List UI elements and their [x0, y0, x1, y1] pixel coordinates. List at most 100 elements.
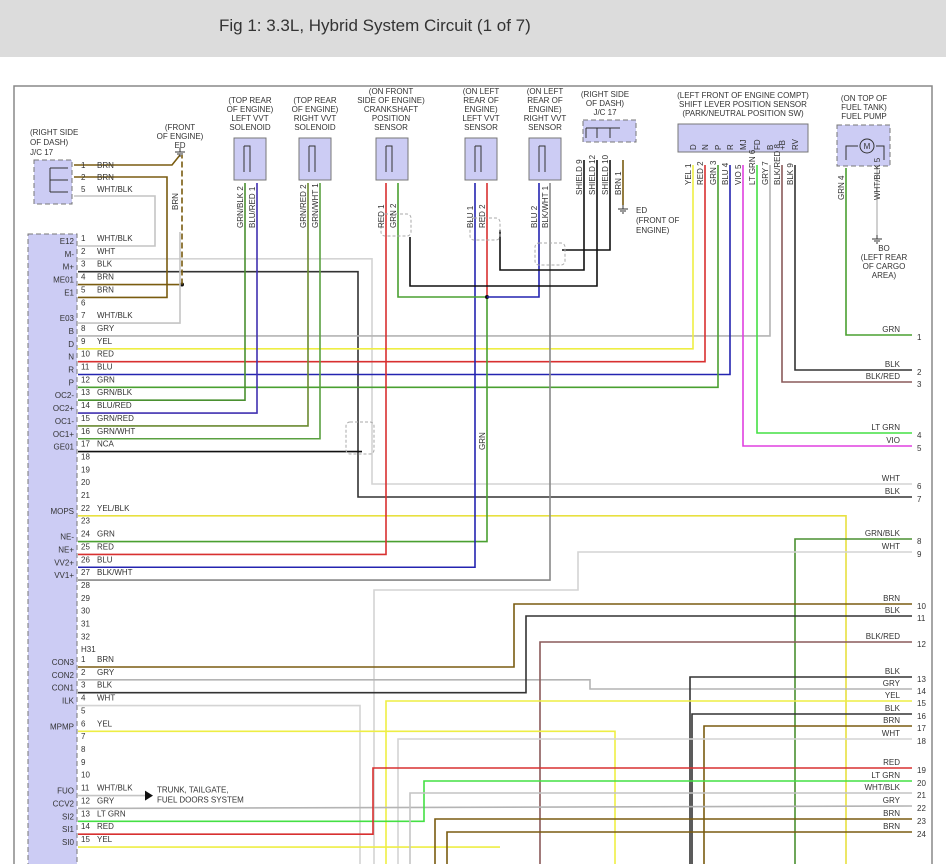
component-label: SOLENOID: [229, 123, 271, 132]
ecm-pin-function: FUO: [57, 787, 74, 796]
component-label: OF CARGO: [863, 262, 906, 271]
component-label: REAR OF: [463, 96, 499, 105]
ecm-pin-number: 13: [81, 388, 90, 397]
ecm-wire-label: BLU: [97, 555, 113, 564]
ecm-pin-number: 3: [81, 260, 86, 269]
ecm-pin-number: 23: [81, 517, 90, 526]
ecm-pin-number: 8: [81, 324, 86, 333]
pin-wire-label: GRY 7: [761, 161, 770, 185]
component-label: (ON FRONT: [369, 87, 414, 96]
ecm-pin-number: 2: [81, 247, 86, 256]
ecm-pin-number: 9: [81, 758, 86, 767]
output-wire-label: BLK/RED: [866, 632, 900, 641]
ecm-pin-number: 32: [81, 632, 90, 641]
ecm-wire-label: WHT/BLK: [97, 784, 133, 793]
ecm-pin-number: 6: [81, 719, 86, 728]
component-label: J/C 17: [30, 148, 54, 157]
pin-wire-label: RED 2: [696, 161, 705, 185]
component-label: SENSOR: [464, 123, 498, 132]
ecm-pin-number: 10: [81, 350, 90, 359]
ecm-pin-function: B: [69, 327, 74, 336]
ecm-pin-number: 22: [81, 504, 90, 513]
ecm-pin-function: CON1: [52, 684, 75, 693]
ecm-wire-label: GRN/BLK: [97, 388, 133, 397]
ecm-pin-number: 24: [81, 530, 90, 539]
wire-gry: [78, 679, 912, 690]
pin-wire-label: GRN/BLK 2: [236, 186, 245, 228]
wire-blk: [78, 615, 912, 694]
ecm-pin-number: 15: [81, 414, 90, 423]
output-pin-number: 8: [917, 537, 922, 546]
output-wire-label: BLK: [885, 606, 901, 615]
output-pin-number: 18: [917, 737, 926, 746]
ecm-pin-number: 17: [81, 440, 90, 449]
component-label: ENGINE): [464, 105, 498, 114]
output-wire-label: WHT: [882, 474, 900, 483]
component-label: AREA): [872, 271, 897, 280]
ecm-pin-function: M+: [63, 263, 75, 272]
output-pin-number: 3: [917, 380, 922, 389]
motor-label: M: [864, 142, 871, 151]
shield-icon: [345, 421, 375, 455]
components-layer: [27, 119, 891, 864]
wire-brn: [703, 725, 912, 864]
component-label: OF ENGINE): [292, 105, 339, 114]
output-wire-label: BLK: [885, 487, 901, 496]
ecm-wire-label: RED: [97, 822, 114, 831]
ecm-pin-function: GE01: [54, 443, 75, 452]
component-label: (FRONT: [165, 123, 195, 132]
output-wire-label: BRN: [883, 594, 900, 603]
trunk-note-line: TRUNK, TAILGATE,: [157, 786, 229, 795]
output-pin-number: 23: [917, 817, 926, 826]
ecm-wire-label: YEL/BLK: [97, 504, 130, 513]
wire-gry: [77, 805, 913, 810]
component-label: OF DASH): [586, 99, 625, 108]
output-pin-number: 7: [917, 495, 922, 504]
component-label: (ON LEFT: [463, 87, 500, 96]
ecm-pin-function: E12: [60, 237, 75, 246]
ecm-pin-number: 27: [81, 568, 90, 577]
output-pin-number: 21: [917, 791, 926, 800]
wire-brn: [78, 603, 912, 668]
output-pin-number: 13: [917, 675, 926, 684]
pin-wire-label: YEL 1: [684, 163, 693, 185]
ecm-pin-number: 11: [81, 784, 90, 793]
pin-wire-label: SHIELD 9: [575, 159, 584, 195]
ecm-pin-number: 14: [81, 822, 90, 831]
output-wire-label: BRN: [883, 716, 900, 725]
output-wire-label: GRY: [883, 796, 901, 805]
output-pin-number: 2: [917, 368, 922, 377]
component-label: RIGHT VVT: [294, 114, 337, 123]
ecm-pin-function: OC2-: [55, 391, 74, 400]
pin-wire-label: GRN/WHT 1: [311, 183, 320, 228]
output-pin-number: 16: [917, 712, 926, 721]
output-pin-number: 12: [917, 640, 926, 649]
wire-vio: [742, 165, 912, 447]
pin-number: 2: [81, 173, 86, 182]
component-label: (ON LEFT: [527, 87, 564, 96]
output-wire-label: BRN: [883, 809, 900, 818]
ground-icon: [872, 235, 882, 244]
ecm-pin-number: 11: [81, 363, 90, 372]
connector-h31-label: H31: [81, 645, 96, 654]
wire-blk: [78, 270, 912, 498]
ecm-pin-function: VV1+: [54, 571, 74, 580]
component-label: (FRONT OF: [636, 216, 680, 225]
ecm-pin-number: 14: [81, 401, 90, 410]
ecm-wire-label: GRN/WHT: [97, 427, 135, 436]
wire-shield: [409, 160, 598, 287]
wires-layer: [74, 154, 913, 864]
component-label: (ON TOP OF: [841, 94, 887, 103]
pin-wire-label: GRN 3: [709, 160, 718, 185]
ecm-pin-function: R: [68, 366, 74, 375]
wire-wht: [397, 738, 912, 864]
ecm-pin-number: 5: [81, 706, 86, 715]
ecm-pin-function: OC1+: [53, 430, 74, 439]
ecm-pin-number: 10: [81, 771, 90, 780]
ecm-wire-label: NCA: [97, 440, 115, 449]
pin-wire-label: BLU/RED 1: [248, 186, 257, 228]
ecm-wire-label: BRN: [97, 655, 114, 664]
pin-wire-label: SHIELD 12: [588, 154, 597, 195]
component-label: (TOP REAR: [293, 96, 336, 105]
ecm-wire-label: BLU: [97, 363, 113, 372]
